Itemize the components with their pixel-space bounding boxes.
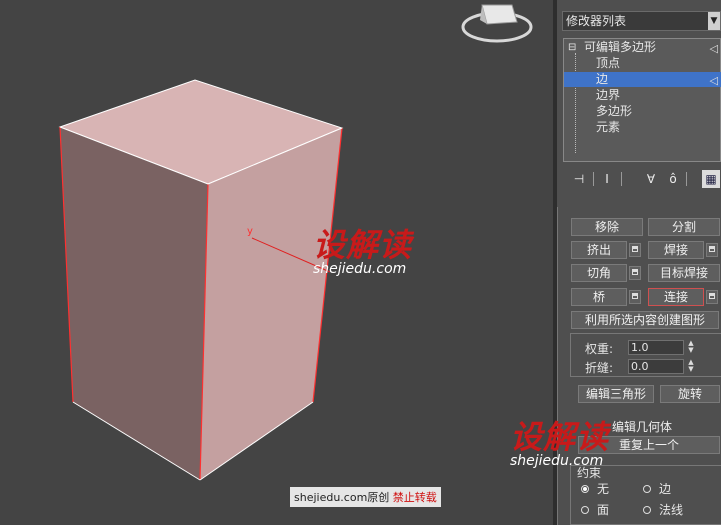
constraint-edge-radio[interactable] xyxy=(643,485,651,493)
stack-item-edge[interactable]: 边 ◁ xyxy=(564,72,721,87)
constraints-group: 约束 无 边 面 法线 xyxy=(570,465,721,525)
stack-item-label: 元素 xyxy=(596,120,621,134)
modifier-list-label: 修改器列表 xyxy=(566,14,627,28)
watermark-1: 设解读 shejiedu.com xyxy=(313,228,412,276)
stack-item-polygon[interactable]: 多边形 xyxy=(564,104,721,119)
crease-input[interactable]: 0.0 xyxy=(628,359,684,374)
constraint-none-label: 无 xyxy=(597,482,610,496)
stack-item-label: 顶点 xyxy=(596,56,621,70)
bridge-button[interactable]: 桥 xyxy=(571,288,627,306)
weight-label: 权重: xyxy=(585,342,614,356)
stack-item-label: 边 xyxy=(596,72,609,86)
watermark-site: shejiedu.com xyxy=(313,261,407,277)
configure-sets-icon[interactable]: ▦ xyxy=(702,170,720,188)
constraint-edge-label: 边 xyxy=(659,482,672,496)
credit-notice: 禁止转载 xyxy=(392,491,437,504)
remove-modifier-icon[interactable]: ô xyxy=(664,170,682,188)
remove-button[interactable]: 移除 xyxy=(571,218,643,236)
watermark-brand: 设解读 xyxy=(313,226,413,264)
box-left-face xyxy=(60,127,208,480)
pin-stack-icon[interactable]: ⊣ xyxy=(570,170,588,188)
viewport[interactable]: y 设解读 shejiedu.com shejiedu.com原创 禁止转载 xyxy=(0,0,553,525)
chevron-down-icon[interactable]: ▼ xyxy=(708,12,720,30)
stack-item-label: 多边形 xyxy=(596,104,633,118)
crease-label: 折缝: xyxy=(585,361,614,375)
weight-input[interactable]: 1.0 xyxy=(628,340,684,355)
constraint-normal-label: 法线 xyxy=(659,503,684,517)
pin-triangle-icon: ◁ xyxy=(709,42,718,55)
stack-root[interactable]: ⊟ 可编辑多边形 ◁ xyxy=(564,40,721,55)
box-right-face xyxy=(200,128,342,480)
stack-item-vertex[interactable]: 顶点 xyxy=(564,56,721,71)
edge-triangle-icon: ◁ xyxy=(709,74,718,87)
make-unique-icon[interactable]: ∀ xyxy=(642,170,660,188)
weld-button[interactable]: 焊接 xyxy=(648,241,704,259)
edit-edges-rollout: 移除 分割 挤出 焊接 切角 目标焊接 桥 连接 利用所选内容创建图形 权重: … xyxy=(557,207,721,525)
extrude-button[interactable]: 挤出 xyxy=(571,241,627,259)
edit-geometry-title[interactable]: 编辑几何体 xyxy=(612,418,672,435)
target-weld-button[interactable]: 目标焊接 xyxy=(648,264,720,282)
turn-button[interactable]: 旋转 xyxy=(660,385,720,403)
create-shape-button[interactable]: 利用所选内容创建图形 xyxy=(571,311,719,329)
stack-toolbar: ⊣ Ⅰ ∀ ô ▦ xyxy=(562,170,721,190)
watermark-2: 设解读 shejiedu.com xyxy=(510,420,609,468)
credit-site: shejiedu.com原创 xyxy=(294,491,390,504)
crease-spinner-icon[interactable]: ▲ ▼ xyxy=(687,359,695,374)
stack-item-border[interactable]: 边界 xyxy=(564,88,721,103)
stack-item-element[interactable]: 元素 xyxy=(564,120,721,135)
weld-settings-icon[interactable] xyxy=(706,243,718,257)
show-end-result-icon[interactable]: Ⅰ xyxy=(598,170,616,188)
weight-crease-group: 权重: 1.0 ▲ ▼ 折缝: 0.0 ▲ ▼ xyxy=(570,333,721,377)
extrude-settings-icon[interactable] xyxy=(629,243,641,257)
modifier-list-dropdown[interactable]: 修改器列表 ▼ xyxy=(562,11,721,31)
constraint-none-radio[interactable] xyxy=(581,485,589,493)
connect-settings-icon[interactable] xyxy=(706,290,718,304)
constraint-face-label: 面 xyxy=(597,503,610,517)
constraint-normal-radio[interactable] xyxy=(643,506,651,514)
chamfer-button[interactable]: 切角 xyxy=(571,264,627,282)
stack-root-label: 可编辑多边形 xyxy=(584,40,657,54)
watermark-site: shejiedu.com xyxy=(510,453,604,469)
bridge-settings-icon[interactable] xyxy=(629,290,641,304)
viewcube[interactable] xyxy=(461,4,533,43)
weight-spinner-icon[interactable]: ▲ ▼ xyxy=(687,340,695,355)
credit-label: shejiedu.com原创 禁止转载 xyxy=(290,487,441,507)
chamfer-settings-icon[interactable] xyxy=(629,266,641,280)
constraint-face-radio[interactable] xyxy=(581,506,589,514)
gizmo-y-label: y xyxy=(247,226,253,237)
edit-triangles-button[interactable]: 编辑三角形 xyxy=(578,385,654,403)
stack-item-label: 边界 xyxy=(596,88,621,102)
watermark-brand: 设解读 xyxy=(510,418,610,456)
modifier-stack[interactable]: ⊟ 可编辑多边形 ◁ 顶点 边 ◁ 边界 多边形 元素 xyxy=(563,38,721,162)
split-button[interactable]: 分割 xyxy=(648,218,720,236)
viewport-canvas xyxy=(58,4,533,481)
connect-button[interactable]: 连接 xyxy=(648,288,704,306)
